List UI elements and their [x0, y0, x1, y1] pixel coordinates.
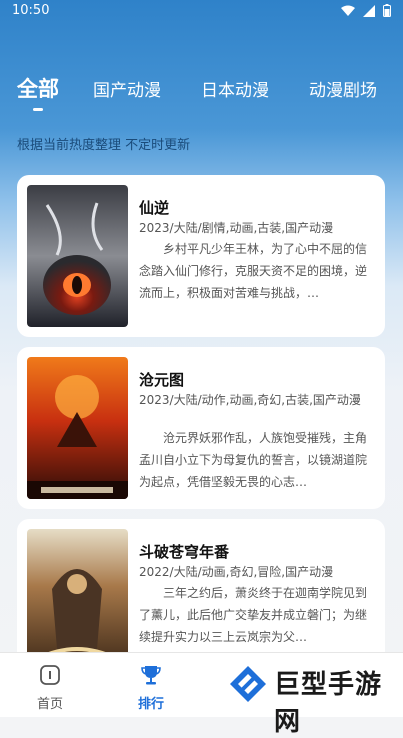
item-tags: 2022/大陆/动画,奇幻,冒险,国产动漫 [139, 565, 334, 579]
item-description: 三年之约后，萧炎终于在迦南学院见到了薰儿，此后他广交挚友并成立磐门；为继续提升实… [139, 586, 368, 644]
poster-image [27, 529, 128, 671]
signal-icon [363, 4, 375, 17]
tab-domestic-anime[interactable]: 国产动漫 [93, 76, 161, 101]
tab-active-indicator [33, 108, 43, 111]
nav-home-label: 首页 [36, 697, 63, 712]
item-description: 乡村平凡少年王林，为了心中不屈的信念踏入仙门修行，克服天资不足的困境，逆流而上，… [139, 242, 368, 300]
tab-anime-theater[interactable]: 动漫剧场 [309, 76, 377, 101]
home-icon [40, 665, 60, 685]
nav-ranking[interactable]: 排行 [111, 653, 191, 717]
nav-home[interactable]: 首页 [10, 653, 90, 717]
status-icons [341, 4, 391, 17]
item-title: 斗破苍穹年番 [139, 543, 230, 561]
tab-japanese-anime[interactable]: 日本动漫 [201, 76, 269, 101]
brand-logo-icon [230, 666, 266, 702]
poster-image [27, 185, 128, 327]
watermark: 巨型手游网 [214, 654, 403, 737]
list-subtitle: 根据当前热度整理 不定时更新 [17, 138, 191, 153]
tab-all[interactable]: 全部 [17, 73, 59, 103]
item-tags: 2023/大陆/动作,动画,奇幻,古装,国产动漫 [139, 393, 361, 407]
item-tags: 2023/大陆/剧情,动画,古装,国产动漫 [139, 221, 334, 235]
nav-ranking-label: 排行 [137, 697, 164, 712]
category-tabs: 全部 国产动漫 日本动漫 动漫剧场 [0, 70, 403, 120]
item-title: 仙逆 [139, 199, 170, 217]
battery-icon [383, 4, 391, 17]
list-item[interactable]: 沧元图 2023/大陆/动作,动画,奇幻,古装,国产动漫 沧元界妖邪作乱，人族饱… [17, 347, 385, 509]
list-item[interactable]: 仙逆 2023/大陆/剧情,动画,古装,国产动漫 乡村平凡少年王林，为了心中不屈… [17, 175, 385, 337]
watermark-text: 巨型手游网 [274, 670, 383, 737]
item-description: 沧元界妖邪作乱，人族饱受摧残，主角孟川自小立下为母复仇的誓言，以镜湖道院为起点，… [139, 431, 368, 489]
item-title: 沧元图 [139, 371, 185, 389]
poster-image [27, 357, 128, 499]
status-time: 10:50 [12, 3, 50, 18]
status-bar: 10:50 [0, 0, 403, 24]
wifi-icon [341, 5, 355, 16]
trophy-icon [141, 666, 161, 685]
